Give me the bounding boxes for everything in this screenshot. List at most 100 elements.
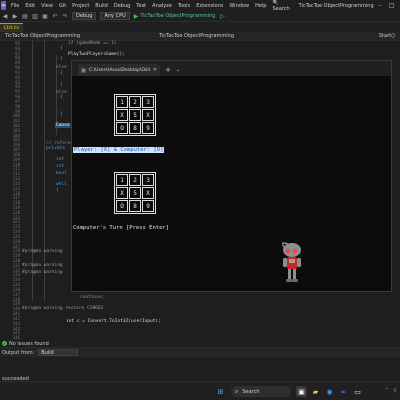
save-icon[interactable]: ▣ (41, 12, 49, 20)
menu-tools[interactable]: Tools (175, 3, 193, 9)
taskbar-search[interactable]: ⌕ Search (231, 386, 291, 397)
menu-build[interactable]: Build (92, 3, 111, 9)
visual-studio-taskbar-icon[interactable]: ∞ (338, 386, 349, 397)
minimize-icon[interactable]: – (374, 0, 386, 11)
close-tab-icon[interactable]: ✕ (153, 67, 157, 73)
terminal-icon: > (81, 67, 86, 73)
board-cell: 9 (142, 122, 154, 134)
platform-select[interactable]: Any CPU (100, 12, 130, 20)
back-icon[interactable]: ◀ (1, 12, 9, 20)
type-dropdown[interactable]: TicTacToe ObjectProgramming (156, 33, 306, 40)
run-without-debug-icon[interactable]: ▷ (218, 12, 226, 20)
code-line: int (56, 164, 65, 169)
file-explorer-icon[interactable]: ▰ (310, 386, 321, 397)
code-line: bool (56, 171, 67, 176)
board-cell: 9 (142, 200, 154, 212)
board-cell: 8 (129, 200, 141, 212)
menu-debug[interactable]: Debug (111, 3, 133, 9)
code-line: private (46, 146, 65, 151)
output-panel[interactable]: succeeded (0, 357, 400, 382)
redo-icon[interactable]: ↷ (61, 12, 69, 20)
board-cell: 3 (142, 174, 154, 186)
file-tab[interactable]: Ltd.cs (0, 23, 23, 32)
board-cell: 1 (116, 96, 128, 108)
menu-analyze[interactable]: Analyze (149, 3, 175, 9)
issues-indicator[interactable]: ✓ No issues found (2, 341, 49, 347)
board-top: 1 2 3 X 5 X O 8 9 (114, 94, 156, 136)
issues-text: No issues found (9, 340, 49, 347)
code-line: #pragma warning (22, 249, 63, 254)
board-cell: X (142, 187, 154, 199)
code-line: } (60, 83, 63, 88)
console-window[interactable]: > C:\Users\Asus\Desktop\Ozil ✕ + ⌄ 1 2 3… (71, 60, 392, 292)
console-tab-title: C:\Users\Asus\Desktop\Ozil (89, 67, 150, 73)
code-line: #pragma warning (22, 263, 63, 268)
menu-bar: ∞ File Edit View Git Project Build Debug… (0, 0, 400, 12)
code-line: } (60, 112, 63, 117)
menu-project[interactable]: Project (69, 3, 92, 9)
output-source-select[interactable]: Build (38, 349, 79, 356)
board-cell: 5 (129, 187, 141, 199)
code-line: continue; (80, 295, 105, 300)
output-from-label: Output from: (2, 349, 35, 356)
code-line: else (56, 65, 67, 70)
menu-extensions[interactable]: Extensions (193, 3, 226, 9)
window-title: TicTacToe ObjectProgramming (298, 2, 374, 9)
maximize-icon[interactable]: □ (386, 0, 398, 11)
navigation-bar: TicTacToe ObjectProgramming TicTacToe Ob… (0, 32, 400, 41)
new-tab-icon[interactable]: + (163, 64, 173, 76)
open-icon[interactable]: ▥ (31, 12, 39, 20)
taskview-icon[interactable]: ▣ (296, 386, 307, 397)
window-controls: – □ ✕ (374, 0, 400, 11)
project-dropdown[interactable]: TicTacToe ObjectProgramming (2, 33, 152, 40)
indent-guide (32, 41, 33, 301)
code-line: { (60, 95, 63, 100)
menu-git[interactable]: Git (56, 3, 69, 9)
line-number-gutter: 85 86 87 88 89 90 91 92 93 94 95 96 97 98 99 100 101 102 1… (0, 41, 26, 340)
terminal-taskbar-icon[interactable]: ▭ (352, 386, 363, 397)
board-cell: 5 (129, 109, 141, 121)
windows-start-icon[interactable]: ⊞ (215, 386, 226, 397)
chevron-down-icon[interactable]: ⌄ (173, 64, 183, 76)
edge-icon[interactable]: ◉ (324, 386, 335, 397)
player-line: Player: [X] & Computer: [O] (73, 147, 165, 153)
undo-icon[interactable]: ↶ (51, 12, 59, 20)
run-button[interactable]: ▶ TicTacToe ObjectProgramming (134, 13, 216, 20)
selected-code: Conso (55, 123, 71, 128)
board-cell: 3 (142, 96, 154, 108)
code-line: #pragma warning restore CS8602 (22, 306, 104, 311)
board-cell: X (116, 109, 128, 121)
code-line: { (60, 46, 63, 51)
board-cell: 2 (129, 174, 141, 186)
play-icon: ▶ (133, 12, 139, 20)
menu-window[interactable]: Window (226, 3, 252, 9)
board-cell: 8 (129, 122, 141, 134)
board-cell: 1 (116, 174, 128, 186)
chevron-up-icon[interactable]: ˄ (384, 386, 390, 396)
wifi-icon[interactable]: ⌔ (392, 386, 398, 396)
console-tab[interactable]: > C:\Users\Asus\Desktop\Ozil ✕ (78, 64, 160, 76)
menu-help[interactable]: Help (252, 3, 269, 9)
system-tray: ˄ ⌔ (384, 386, 398, 396)
menu-view[interactable]: View (38, 3, 56, 9)
robot-mascot-icon (281, 242, 301, 282)
code-line: int c = Convert.ToInt32(userInput); (66, 319, 161, 324)
member-dropdown[interactable]: Start() (376, 33, 398, 40)
visual-studio-logo-icon[interactable]: ∞ (1, 1, 6, 10)
search-box[interactable]: 🔍 Search (269, 0, 292, 12)
console-tab-bar: > C:\Users\Asus\Desktop\Ozil ✕ + ⌄ (72, 61, 391, 76)
board-bottom: 1 2 3 X 5 X O 8 9 (114, 172, 156, 214)
menu-file[interactable]: File (8, 3, 22, 9)
code-line: { (60, 71, 63, 76)
configuration-select[interactable]: Debug (72, 12, 97, 20)
code-line: if (gameMode == 1) (68, 41, 117, 46)
turn-line: Computer's Turn [Press Enter] (73, 225, 170, 231)
menu-test[interactable]: Test (133, 3, 149, 9)
menu-edit[interactable]: Edit (22, 3, 38, 9)
code-line: whil (56, 182, 67, 187)
forward-icon[interactable]: ▶ (11, 12, 19, 20)
new-file-icon[interactable]: ▤ (21, 12, 29, 20)
board-cell: X (142, 109, 154, 121)
code-line: PlayTwoPlayersGame(); (68, 52, 125, 57)
board-cell: O (116, 200, 128, 212)
